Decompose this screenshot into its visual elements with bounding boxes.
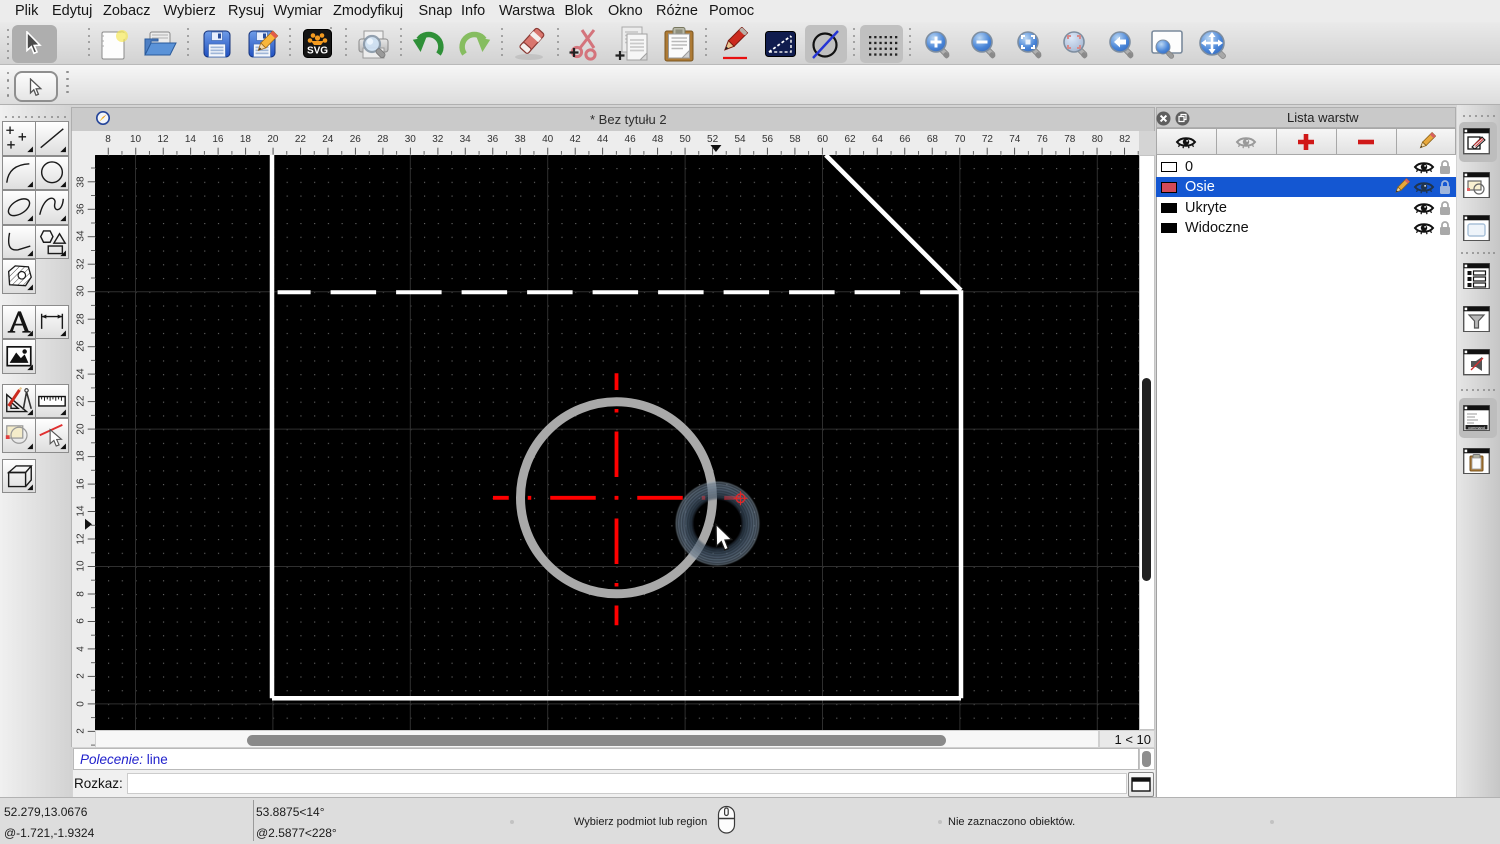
svg-text:SVG: SVG [307, 46, 328, 57]
svg-text:command: command [1468, 425, 1485, 429]
